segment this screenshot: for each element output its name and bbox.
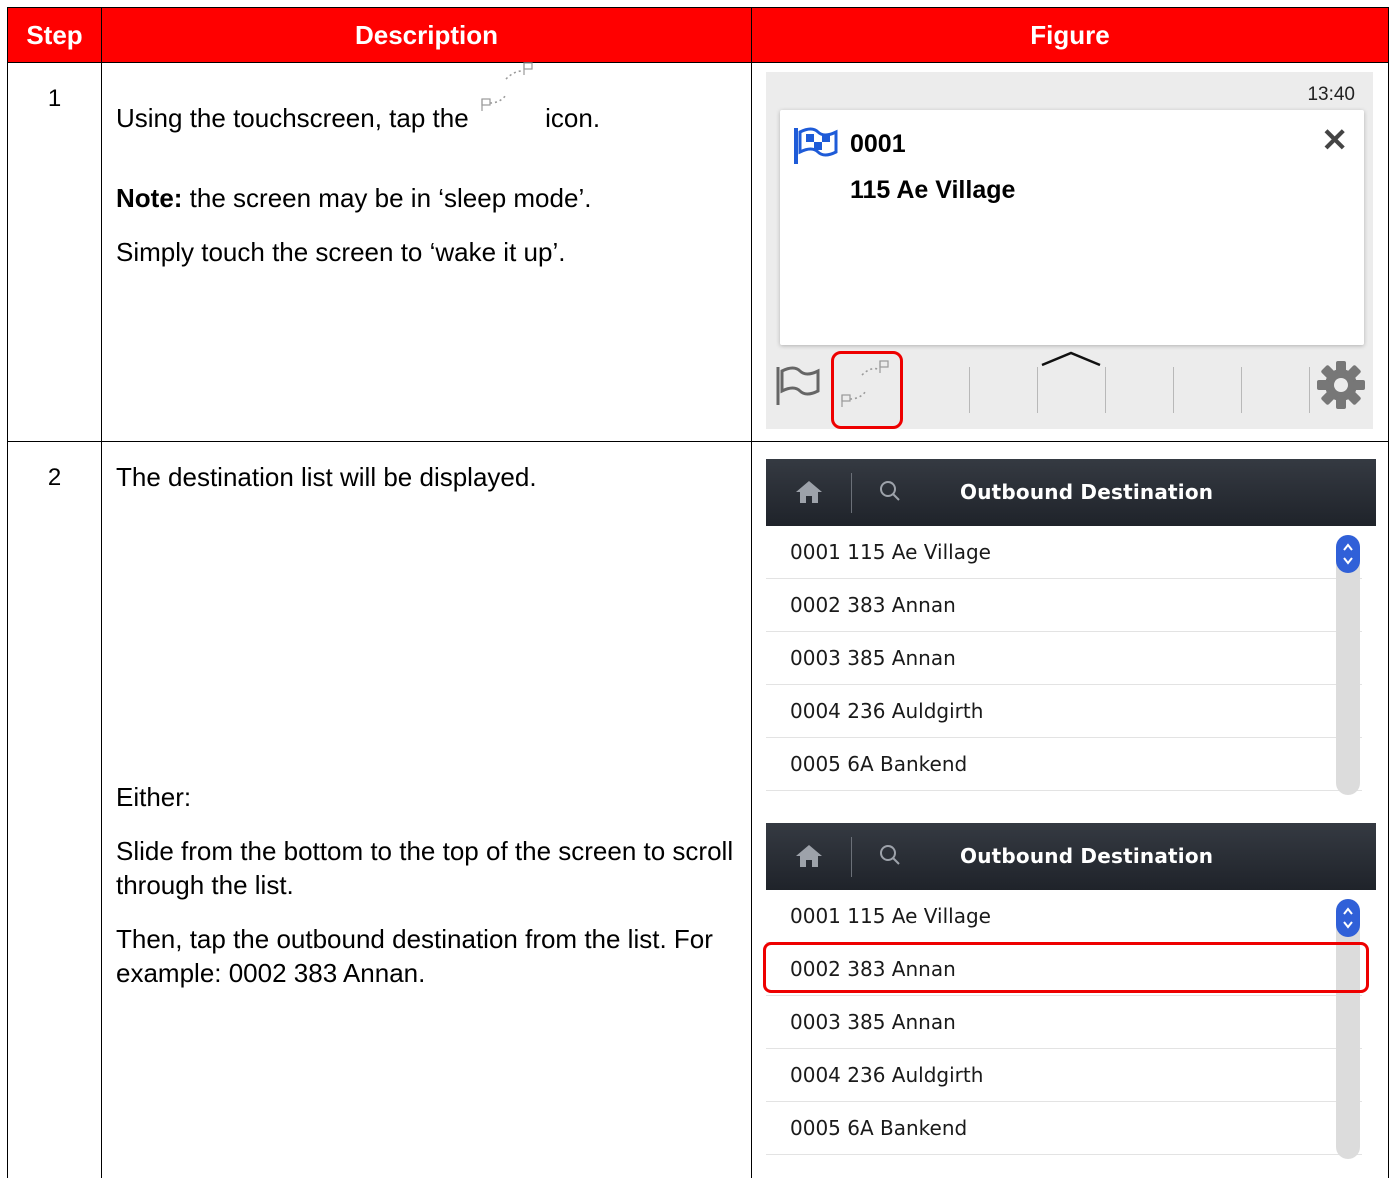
scrollbar[interactable] xyxy=(1336,899,1360,1159)
list-item[interactable]: 0005 6A Bankend xyxy=(766,1102,1362,1155)
list-item[interactable]: 0001 115 Ae Village xyxy=(766,890,1362,943)
home-icon[interactable] xyxy=(794,843,824,874)
close-icon[interactable]: ✕ xyxy=(1321,124,1348,156)
screen-header: Outbound Destination xyxy=(766,823,1376,890)
step-number: 1 xyxy=(7,62,102,442)
wake-text: Simply touch the screen to ‘wake it up’. xyxy=(116,237,566,267)
toolbar-divider xyxy=(1241,367,1242,413)
instruction-post: icon. xyxy=(545,103,601,133)
flag-icon[interactable] xyxy=(774,365,820,412)
destination-name: 115 Ae Village xyxy=(850,176,1016,204)
list-item[interactable]: 0001 115 Ae Village xyxy=(766,526,1362,579)
header-step: Step xyxy=(7,7,102,63)
search-icon[interactable] xyxy=(878,843,902,872)
step-description: Using the touchscreen, tap the icon. Not… xyxy=(101,62,752,442)
instruction-table: Step Description Figure 1 Using the touc… xyxy=(7,7,1389,1178)
note-text: Note: the screen may be in ‘sleep mode’. xyxy=(116,181,737,215)
header-divider xyxy=(851,837,852,877)
toolbar-divider xyxy=(969,367,970,413)
screen-title: Outbound Destination xyxy=(960,844,1214,868)
checkered-flag-icon xyxy=(792,126,838,171)
destination-list-screen: Outbound Destination 0001 115 Ae Village… xyxy=(766,459,1376,801)
either-text: Either: xyxy=(116,782,192,812)
home-icon[interactable] xyxy=(794,479,824,510)
toolbar-divider xyxy=(1105,367,1106,413)
figure-cell: Outbound Destination 0001 115 Ae Village… xyxy=(751,441,1389,1178)
clock: 13:40 xyxy=(1307,84,1355,105)
highlight-box xyxy=(831,351,903,429)
swap-destination-icon xyxy=(476,62,538,133)
list-item[interactable]: 0003 385 Annan xyxy=(766,996,1362,1049)
highlight-box xyxy=(763,942,1369,993)
header-divider xyxy=(851,473,852,513)
slide-text: Slide from the bottom to the top of the … xyxy=(116,836,734,900)
toolbar-divider xyxy=(1037,367,1038,413)
figure-cell: 13:40 0001 115 Ae Village ✕ xyxy=(751,62,1389,442)
destination-card[interactable]: 0001 115 Ae Village ✕ xyxy=(780,110,1364,345)
toolbar-divider xyxy=(1173,367,1174,413)
chevron-up-icon[interactable] xyxy=(1040,349,1102,374)
instruction-text: Using the touchscreen, tap the icon. xyxy=(116,62,737,135)
device-screen: 13:40 0001 115 Ae Village ✕ xyxy=(766,72,1373,429)
search-icon[interactable] xyxy=(878,479,902,508)
note-label: Note: xyxy=(116,183,183,213)
screen-title: Outbound Destination xyxy=(960,480,1214,504)
tap-text: Then, tap the outbound destination from … xyxy=(116,924,713,988)
screen-header: Outbound Destination xyxy=(766,459,1376,526)
list-item[interactable]: 0004 236 Auldgirth xyxy=(766,685,1362,738)
scroll-thumb[interactable] xyxy=(1336,899,1360,937)
step-description: The destination list will be displayed. … xyxy=(101,441,752,1178)
instruction-pre: Using the touchscreen, tap the xyxy=(116,103,469,133)
list-item[interactable]: 0003 385 Annan xyxy=(766,632,1362,685)
scroll-thumb[interactable] xyxy=(1336,535,1360,573)
note-body: the screen may be in ‘sleep mode’. xyxy=(189,183,592,213)
gear-icon[interactable] xyxy=(1315,359,1367,416)
destination-code: 0001 xyxy=(850,130,906,158)
list-item[interactable]: 0004 236 Auldgirth xyxy=(766,1049,1362,1102)
scrollbar[interactable] xyxy=(1336,535,1360,795)
bottom-toolbar xyxy=(766,345,1373,429)
destination-list-screen: Outbound Destination 0001 115 Ae Village… xyxy=(763,823,1376,1173)
step-number: 2 xyxy=(7,441,102,1178)
header-figure: Figure xyxy=(751,7,1389,63)
toolbar-divider xyxy=(1309,367,1310,413)
list-displayed-text: The destination list will be displayed. xyxy=(116,462,537,492)
header-description: Description xyxy=(101,7,752,63)
list-item[interactable]: 0002 383 Annan xyxy=(766,579,1362,632)
list-item[interactable]: 0005 6A Bankend xyxy=(766,738,1362,791)
